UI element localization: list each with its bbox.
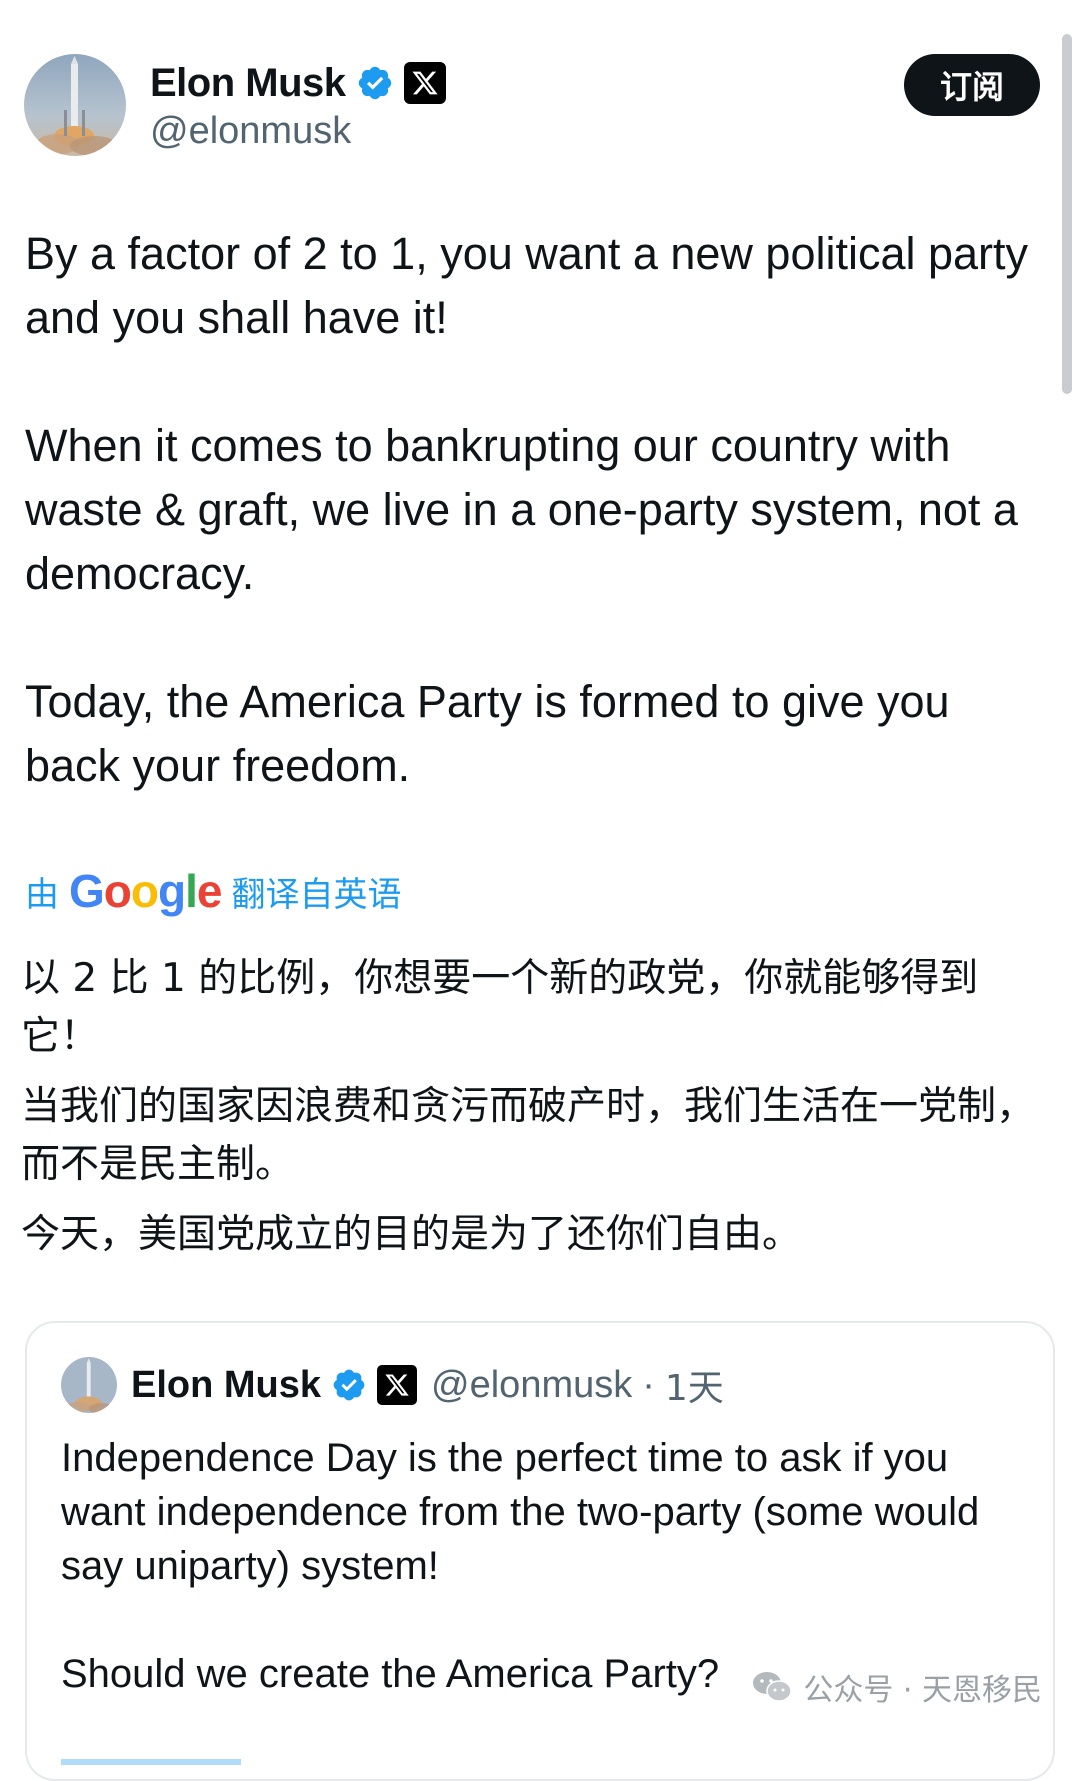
- watermark: 公众号 · 天恩移民: [745, 1664, 1048, 1710]
- tweet-text: By a factor of 2 to 1, you want a new po…: [25, 222, 1035, 798]
- quote-header: Elon Musk @elonmusk · 1天: [61, 1357, 724, 1413]
- quote-handle[interactable]: @elonmusk: [431, 1364, 632, 1407]
- quote-avatar[interactable]: [61, 1357, 117, 1413]
- watermark-text: 公众号 · 天恩移民: [803, 1673, 1042, 1708]
- separator-dot: ·: [642, 1363, 655, 1406]
- quoted-tweet[interactable]: Elon Musk @elonmusk · 1天 Independence Da…: [25, 1321, 1055, 1781]
- translated-line: 今天，美国党成立的目的是为了还你们自由。: [21, 1212, 802, 1257]
- tweet-paragraph: Today, the America Party is formed to gi…: [25, 676, 950, 791]
- tweet-header: Elon Musk @elonmusk 订阅: [24, 54, 1040, 158]
- translation-attribution[interactable]: 由 Google 翻译自英语: [25, 865, 402, 917]
- poll-option-edge: [61, 1759, 241, 1765]
- quote-paragraph: Independence Day is the perfect time to …: [61, 1436, 980, 1588]
- tweet-paragraph: When it comes to bankrupting our country…: [25, 420, 1018, 599]
- tweet-paragraph: By a factor of 2 to 1, you want a new po…: [25, 228, 1029, 343]
- scrollbar-thumb[interactable]: [1062, 34, 1072, 394]
- display-name[interactable]: Elon Musk: [150, 61, 346, 106]
- scrollbar[interactable]: [1062, 30, 1072, 1720]
- subscribe-button[interactable]: 订阅: [904, 54, 1040, 116]
- verified-badge-icon: [356, 64, 394, 102]
- translated-text: 以 2 比 1 的比例，你想要一个新的政党，你就能够得到它！ 当我们的国家因浪费…: [21, 950, 1041, 1276]
- rocket-launch-avatar-icon: [24, 54, 126, 156]
- name-row: Elon Musk: [150, 58, 446, 108]
- verified-badge-icon: [331, 1367, 367, 1403]
- google-logo: Google: [69, 865, 222, 917]
- quote-timestamp[interactable]: 1天: [665, 1359, 724, 1411]
- wechat-icon: [751, 1669, 793, 1705]
- handle[interactable]: @elonmusk: [150, 110, 351, 153]
- avatar[interactable]: [24, 54, 126, 156]
- quote-display-name[interactable]: Elon Musk: [131, 1364, 321, 1407]
- translated-line: 以 2 比 1 的比例，你想要一个新的政党，你就能够得到它！: [21, 956, 979, 1059]
- x-logo-icon[interactable]: [403, 62, 446, 104]
- x-logo-icon[interactable]: [377, 1365, 418, 1405]
- translated-line: 当我们的国家因浪费和贪污而破产时，我们生活在一党制，而不是民主制。: [21, 1084, 1036, 1187]
- translation-prefix: 由: [25, 874, 59, 915]
- translation-suffix: 翻译自英语: [231, 874, 402, 915]
- rocket-launch-avatar-icon: [61, 1357, 117, 1413]
